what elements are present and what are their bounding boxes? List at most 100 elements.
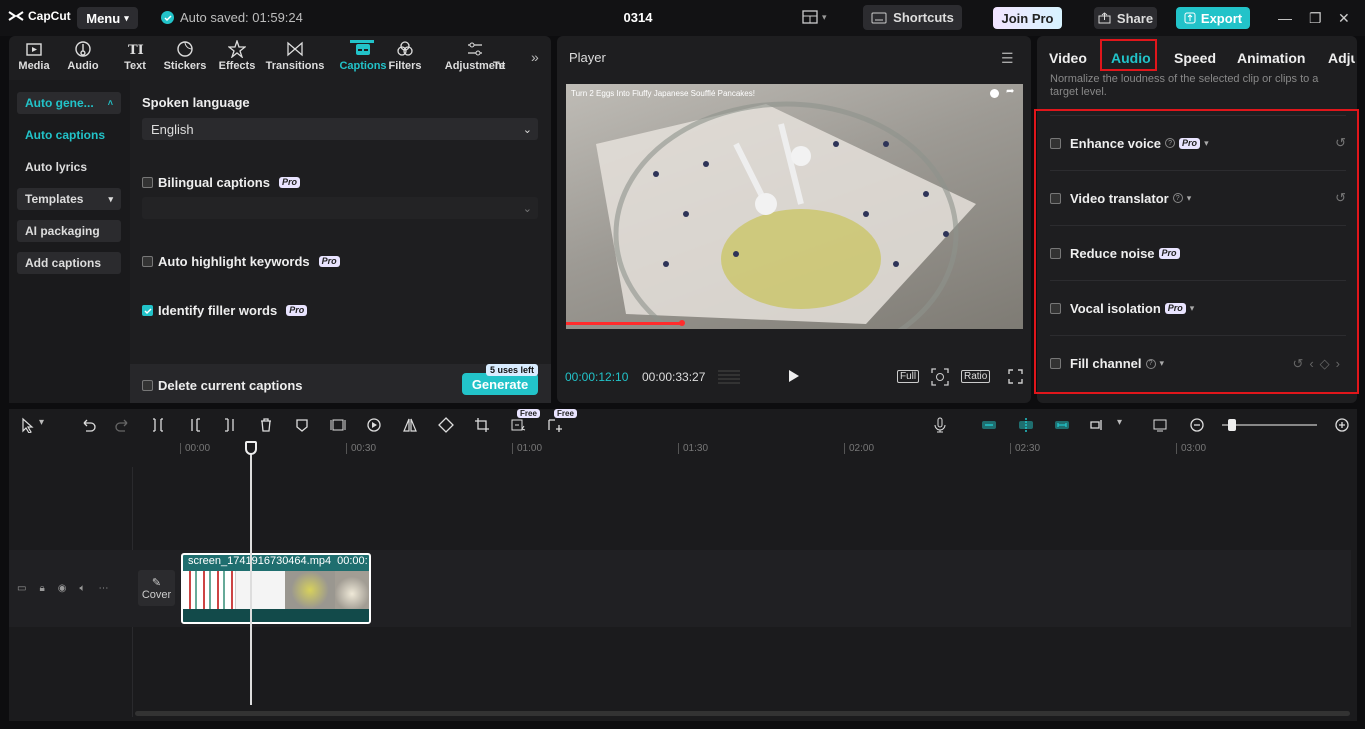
speed-icon[interactable] (366, 417, 382, 433)
tab-animation[interactable]: Animation (1237, 50, 1305, 66)
cover-button[interactable]: ✎ Cover (138, 570, 175, 606)
full-button[interactable]: Full (897, 370, 920, 383)
rotate-icon[interactable] (438, 417, 454, 433)
preview-axis-icon[interactable] (1089, 417, 1105, 433)
highlight-checkbox[interactable] (142, 256, 153, 267)
share-button[interactable]: Share (1094, 7, 1157, 29)
link-main-track-icon[interactable] (981, 417, 997, 433)
effects-icon (228, 40, 246, 58)
play-icon[interactable] (788, 369, 800, 383)
microphone-icon[interactable] (932, 417, 948, 433)
tab-label: Text (124, 60, 146, 72)
snap-icon[interactable] (1018, 417, 1034, 433)
redo-icon[interactable] (115, 417, 131, 433)
chevron-down-icon[interactable]: ▾ (1117, 417, 1122, 428)
timeline-ruler[interactable]: 00:00 00:30 01:00 01:30 02:00 02:30 03:00 (180, 443, 1350, 457)
video-clip[interactable]: screen_1741916730464.mp4 00:00: (181, 553, 371, 624)
zoom-slider[interactable] (1222, 424, 1317, 426)
delete-captions-option[interactable]: Delete current captions (142, 378, 303, 393)
minimize-icon[interactable]: — (1278, 10, 1292, 26)
tab-transitions[interactable]: Transitions (266, 40, 324, 72)
svg-text:TI: TI (128, 43, 144, 58)
total-time: 00:00:33:27 (642, 370, 706, 384)
tab-filters[interactable]: Filters (379, 40, 431, 72)
highlight-option[interactable]: Auto highlight keywords Pro (142, 254, 340, 269)
zoom-slider-handle[interactable] (1228, 419, 1236, 431)
project-name[interactable]: 0314 (600, 10, 676, 25)
export-button[interactable]: Export (1176, 7, 1250, 29)
clock-icon (990, 89, 999, 98)
chevron-down-icon: ⌄ (522, 202, 532, 215)
tab-label: Te (492, 60, 506, 72)
subnav-auto-lyrics[interactable]: Auto lyrics (17, 156, 121, 178)
playhead-handle[interactable] (245, 441, 257, 455)
thumbnail-icon[interactable] (1152, 417, 1168, 433)
tab-label: Filters (388, 60, 422, 72)
video-preview[interactable] (566, 84, 1023, 329)
ruler-label: 02:00 (844, 443, 874, 454)
join-pro-button[interactable]: Join Pro (993, 7, 1062, 29)
bilingual-checkbox[interactable] (142, 177, 153, 188)
edit-icon: ✎ (151, 576, 162, 589)
tab-adjust[interactable]: Adju (1328, 50, 1355, 66)
transitions-icon (287, 41, 303, 57)
subnav-templates[interactable]: Templates ▾ (17, 188, 121, 210)
linkage-icon[interactable] (1054, 417, 1070, 433)
speaker-icon[interactable]: 🔈︎ (80, 583, 86, 594)
crop-icon[interactable] (474, 417, 490, 433)
zoom-in-icon[interactable] (1334, 417, 1350, 433)
mirror-icon[interactable] (402, 417, 418, 433)
track-video-icon[interactable]: ▭ (17, 583, 26, 594)
subnav-auto-captions[interactable]: Auto captions (17, 124, 121, 146)
split-right-icon[interactable] (222, 417, 238, 433)
eye-icon[interactable]: ◉ (58, 583, 67, 594)
filler-checkbox[interactable] (142, 305, 153, 316)
tab-label: Effects (218, 60, 256, 72)
layout-icon[interactable]: ▾ (802, 10, 827, 24)
tab-stickers[interactable]: Stickers (159, 40, 211, 72)
tab-label: Stickers (163, 60, 207, 72)
select-cursor-icon[interactable] (20, 417, 36, 433)
player-menu-icon[interactable]: ☰ (1001, 50, 1014, 67)
delete-captions-checkbox[interactable] (142, 380, 153, 391)
marker-icon[interactable] (294, 417, 310, 433)
tab-video[interactable]: Video (1049, 50, 1087, 66)
freeze-icon[interactable] (330, 417, 346, 433)
lock-icon[interactable]: 🔒︎ (39, 583, 44, 594)
more-tabs-icon[interactable]: » (531, 49, 539, 65)
undo-icon[interactable] (80, 417, 96, 433)
fullscreen-icon[interactable] (1008, 369, 1023, 384)
timeline-scrollbar[interactable] (135, 711, 1350, 716)
subnav-ai-packaging[interactable]: AI packaging (17, 220, 121, 242)
close-icon[interactable]: ✕ (1338, 10, 1350, 27)
zoom-out-icon[interactable] (1189, 417, 1205, 433)
ratio-button[interactable]: Ratio (961, 370, 991, 383)
tab-media[interactable]: Media (8, 40, 60, 72)
video-progress-knob[interactable] (679, 320, 685, 326)
bilingual-language-select: ⌄ (142, 197, 538, 219)
generate-button[interactable]: Generate (462, 373, 538, 395)
shortcuts-button[interactable]: Shortcuts (863, 5, 962, 30)
video-progress-bar[interactable] (566, 322, 681, 325)
smart-cut-icon[interactable] (546, 417, 562, 433)
tab-effects[interactable]: Effects (211, 40, 263, 72)
tab-audio[interactable]: Audio (57, 40, 109, 72)
filler-option[interactable]: Identify filler words Pro (142, 303, 308, 318)
tab-speed[interactable]: Speed (1174, 50, 1216, 66)
bilingual-option[interactable]: Bilingual captions Pro (142, 175, 300, 190)
subnav-add-captions[interactable]: Add captions (17, 252, 121, 274)
focus-icon[interactable] (931, 368, 949, 386)
tab-te[interactable]: Te (489, 40, 509, 72)
more-icon[interactable]: ⋯ (99, 583, 109, 594)
delete-icon[interactable] (258, 417, 274, 433)
subnav-auto-generate[interactable]: Auto gene... ˄ (17, 92, 121, 114)
menu-button[interactable]: Menu ▾ (77, 7, 138, 29)
chevron-down-icon[interactable]: ▾ (39, 417, 44, 428)
spoken-language-select[interactable]: English ⌄ (142, 118, 538, 140)
maximize-icon[interactable]: ❐ (1309, 10, 1322, 27)
split-left-icon[interactable] (187, 417, 203, 433)
tab-text[interactable]: TI Text (109, 40, 161, 72)
split-icon[interactable] (150, 417, 166, 433)
auto-reframe-icon[interactable] (510, 417, 526, 433)
playhead[interactable] (250, 441, 252, 705)
